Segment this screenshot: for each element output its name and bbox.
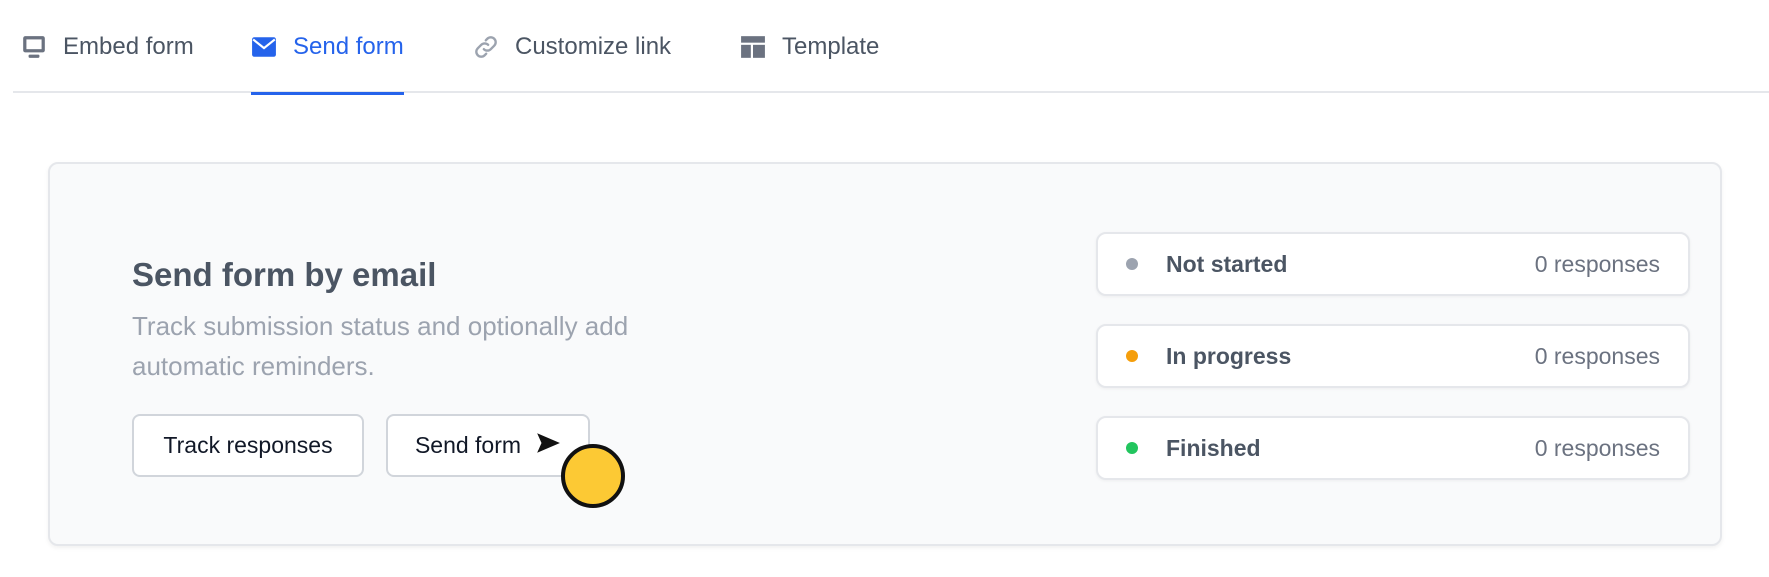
tab-label: Template [782,32,880,60]
status-dot [1126,350,1138,362]
track-responses-button[interactable]: Track responses [132,414,364,477]
tab-template[interactable]: Template [740,0,879,93]
status-count: 0 responses [1534,342,1660,369]
status-count: 0 responses [1534,250,1660,277]
tab-embed-form[interactable]: Embed form [21,0,194,93]
tab-send-form[interactable]: Send form [251,0,404,95]
tab-customize-link[interactable]: Customize link [473,0,671,93]
tab-label: Send form [293,32,404,60]
status-count: 0 responses [1534,434,1660,461]
send-form-button[interactable]: Send form [386,414,590,477]
envelope-icon [251,34,277,60]
tab-label: Customize link [515,32,672,60]
status-dot [1126,442,1138,454]
status-label: In progress [1166,342,1292,369]
status-label: Not started [1166,250,1288,277]
status-dot [1126,258,1138,270]
layout-template-icon [740,34,766,60]
send-arrow-icon [535,430,561,462]
card-description: Track submission status and optionally a… [132,311,629,381]
status-label: Finished [1166,434,1261,461]
cursor-indicator [561,444,625,508]
send-form-label: Send form [414,432,522,458]
status-not-started: Not started 0 responses [1096,232,1690,296]
link-icon [473,34,499,60]
tab-bar: Embed form Send form Customize link Temp… [13,0,1769,95]
card-title: Send form by email [132,256,437,293]
tab-label: Embed form [63,32,194,60]
monitor-icon [21,34,47,60]
track-responses-label: Track responses [163,432,333,458]
status-in-progress: In progress 0 responses [1096,324,1690,388]
send-by-email-card: Send form by email Track submission stat… [48,162,1722,546]
status-finished: Finished 0 responses [1096,416,1690,480]
